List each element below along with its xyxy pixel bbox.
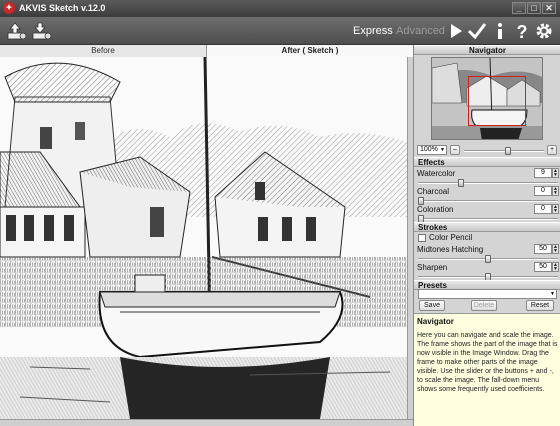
tab-after-sketch[interactable]: After ( Sketch ) [207, 45, 413, 57]
mode-express-button[interactable]: Express [353, 25, 393, 37]
zoom-select[interactable]: 100% ▼ [417, 145, 447, 155]
toolbar: Express Advanced ? [0, 17, 560, 45]
title-bar: ✦ AKVIS Sketch v.12.0 _ □ ✕ [0, 0, 560, 17]
charcoal-input[interactable]: 0 [534, 186, 552, 196]
color-pencil-label: Color Pencil [429, 233, 473, 242]
charcoal-label: Charcoal [417, 187, 450, 196]
navigator-header: Navigator [414, 45, 560, 55]
help-text: Here you can navigate and scale the imag… [417, 332, 558, 393]
presets-chevron-down-icon: ▼ [550, 291, 555, 297]
strokes-header: Strokes [414, 222, 560, 232]
svg-text:?: ? [517, 22, 528, 42]
window-title: AKVIS Sketch v.12.0 [19, 3, 106, 13]
sharpen-input[interactable]: 50 [534, 262, 552, 272]
midtones-hatching-label: Midtones Hatching [417, 245, 484, 254]
sharpen-label: Sharpen [417, 263, 448, 272]
coloration-input[interactable]: 0 [534, 204, 552, 214]
watercolor-stepper[interactable]: ▲ ▼ [552, 168, 559, 178]
close-button[interactable]: ✕ [542, 2, 556, 14]
preset-save-button[interactable]: Save [419, 300, 445, 311]
effects-header: Effects [414, 157, 560, 167]
charcoal-slider[interactable] [418, 197, 558, 205]
watercolor-slider-thumb[interactable] [458, 179, 464, 187]
zoom-value: 100% [420, 146, 438, 153]
info-icon[interactable] [489, 20, 511, 42]
midtones-hatching-slider[interactable] [418, 255, 558, 263]
chevron-down-icon: ▼ [440, 147, 445, 153]
app-logo-icon: ✦ [3, 2, 15, 14]
navigator-view-frame[interactable] [468, 76, 526, 126]
presets-select[interactable]: ▼ [418, 289, 557, 299]
question-icon[interactable]: ? [511, 20, 533, 42]
watercolor-label: Watercolor [417, 169, 456, 178]
restore-button[interactable]: □ [527, 2, 541, 14]
charcoal-slider-thumb[interactable] [418, 197, 424, 205]
zoom-in-button[interactable]: + [547, 145, 557, 155]
sharpen-stepper[interactable]: ▲ ▼ [552, 262, 559, 272]
navigator-preview[interactable] [431, 57, 543, 140]
minimize-button[interactable]: _ [512, 2, 526, 14]
gear-icon[interactable] [533, 20, 555, 42]
play-icon[interactable] [445, 20, 467, 42]
help-panel: Navigator Here you can navigate and scal… [414, 313, 560, 426]
checkmark-icon[interactable] [466, 20, 488, 42]
sketch-image [0, 57, 407, 419]
zoom-out-button[interactable]: – [450, 145, 460, 155]
image-canvas[interactable] [0, 57, 407, 419]
midtones-hatching-input[interactable]: 50 [534, 244, 552, 254]
midtones-hatching-slider-thumb[interactable] [485, 255, 491, 263]
horizontal-scrollbar[interactable] [0, 419, 413, 426]
tab-before[interactable]: Before [0, 45, 207, 57]
color-pencil-checkbox[interactable] [418, 234, 426, 242]
coloration-stepper[interactable]: ▲ ▼ [552, 204, 559, 214]
open-file-icon[interactable] [6, 20, 28, 42]
zoom-slider-thumb[interactable] [505, 147, 511, 155]
charcoal-stepper[interactable]: ▲ ▼ [552, 186, 559, 196]
midtones-hatching-stepper[interactable]: ▲ ▼ [552, 244, 559, 254]
view-tabs: Before After ( Sketch ) [0, 45, 413, 57]
mode-advanced-button[interactable]: Advanced [396, 25, 445, 37]
sharpen-slider[interactable] [418, 273, 558, 281]
help-title: Navigator [417, 317, 454, 326]
watercolor-slider[interactable] [418, 179, 558, 187]
watercolor-input[interactable]: 9 [534, 168, 552, 178]
coloration-slider[interactable] [418, 215, 558, 223]
preset-reset-button[interactable]: Reset [526, 300, 554, 311]
preset-delete-button[interactable]: Delete [471, 300, 497, 311]
save-file-icon[interactable] [31, 20, 53, 42]
coloration-label: Coloration [417, 205, 454, 214]
settings-panel: Navigator 100% ▼ – + Effects Watercolor 9… [413, 45, 560, 426]
zoom-slider[interactable] [464, 147, 544, 155]
